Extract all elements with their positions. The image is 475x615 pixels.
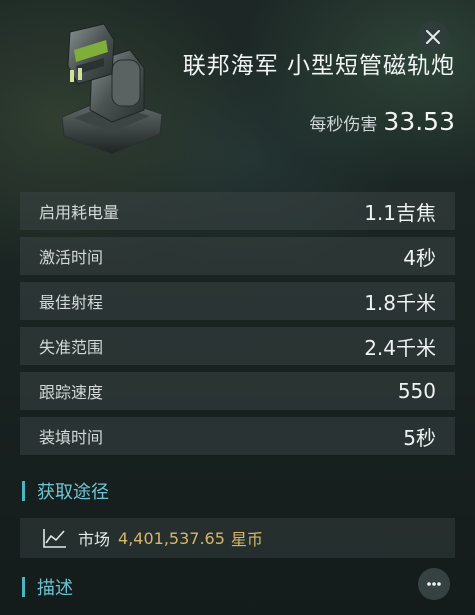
close-icon — [426, 30, 440, 44]
stats-list: 启用耗电量 1.1吉焦 激活时间 4秒 最佳射程 1.8千米 失准范围 2.4千… — [20, 192, 455, 462]
stat-row-tracking-speed: 跟踪速度 550 — [20, 372, 455, 410]
section-sources: 获取途径 — [22, 478, 109, 504]
close-button[interactable] — [417, 21, 449, 53]
stat-label: 失准范围 — [39, 338, 104, 357]
stat-row-power: 启用耗电量 1.1吉焦 — [20, 192, 455, 230]
section-accent-bar — [22, 481, 25, 501]
dps-value: 33.53 — [383, 107, 455, 136]
more-options-button[interactable] — [418, 568, 450, 600]
dps-display: 每秒伤害 33.53 — [309, 107, 455, 136]
stat-row-activation-time: 激活时间 4秒 — [20, 237, 455, 275]
stat-label: 装填时间 — [39, 428, 104, 447]
section-description[interactable]: 描述 — [22, 574, 73, 600]
market-currency: 星币 — [230, 530, 263, 549]
section-title: 描述 — [37, 578, 73, 599]
market-price: 4,401,537.65 — [118, 528, 225, 548]
railgun-module-image — [61, 23, 163, 155]
market-source-row[interactable]: 市场 4,401,537.65 星币 — [20, 518, 455, 558]
dps-label: 每秒伤害 — [309, 115, 378, 135]
stat-label: 最佳射程 — [39, 293, 104, 312]
stat-row-falloff: 失准范围 2.4千米 — [20, 327, 455, 365]
market-label: 市场 — [78, 530, 111, 549]
stat-value: 2.4千米 — [364, 335, 436, 360]
ellipsis-icon — [427, 582, 441, 586]
stat-value: 1.1吉焦 — [364, 200, 436, 225]
stat-row-reload-time: 装填时间 5秒 — [20, 417, 455, 455]
chart-line-icon — [43, 529, 66, 548]
stat-label: 启用耗电量 — [39, 203, 120, 222]
stat-label: 激活时间 — [39, 248, 104, 267]
stat-value: 1.8千米 — [364, 290, 436, 315]
stat-row-optimal-range: 最佳射程 1.8千米 — [20, 282, 455, 320]
stat-label: 跟踪速度 — [39, 383, 104, 402]
section-title: 获取途径 — [37, 482, 109, 503]
stat-value: 4秒 — [403, 245, 436, 270]
stat-value: 550 — [397, 379, 436, 403]
item-name: 联邦海军 小型短管磁轨炮 — [182, 53, 455, 79]
section-accent-bar — [22, 577, 25, 597]
stat-value: 5秒 — [403, 425, 436, 450]
item-header: 联邦海军 小型短管磁轨炮 每秒伤害 33.53 — [0, 0, 475, 180]
